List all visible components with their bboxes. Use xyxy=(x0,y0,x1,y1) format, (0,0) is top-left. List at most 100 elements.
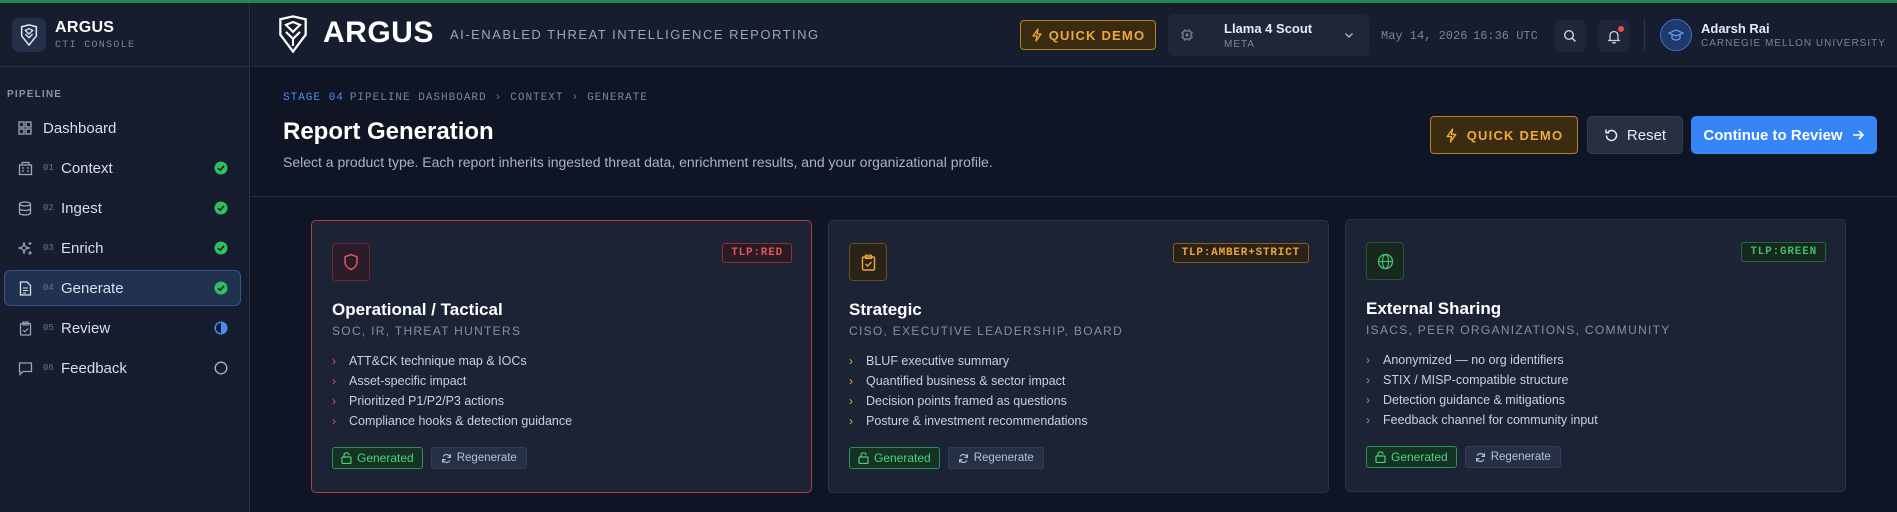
grid-icon xyxy=(17,120,33,136)
quick-demo-button[interactable]: QUICK DEMO xyxy=(1430,116,1578,154)
sidebar-item-review[interactable]: 05 Review xyxy=(4,310,241,346)
avatar[interactable] xyxy=(1660,19,1692,51)
sidebar-brand[interactable]: ARGUS CTI CONSOLE xyxy=(0,3,249,67)
clipboard-check-icon xyxy=(17,320,33,336)
list-item: › Detection guidance & mitigations xyxy=(1366,390,1598,410)
continue-label: Continue to Review xyxy=(1703,126,1843,144)
continue-to-review-button[interactable]: Continue to Review xyxy=(1691,116,1877,154)
chevron-right-icon: › xyxy=(332,414,336,428)
page-title: Report Generation xyxy=(283,118,494,145)
building-icon xyxy=(17,160,33,176)
lightning-icon xyxy=(1032,28,1042,42)
list-item-text: Anonymized — no org identifiers xyxy=(1383,353,1564,367)
breadcrumb-dashboard[interactable]: PIPELINE DASHBOARD xyxy=(350,92,487,104)
list-item: › Feedback channel for community input xyxy=(1366,410,1598,430)
unlock-icon xyxy=(1375,451,1386,463)
lightning-icon xyxy=(1446,127,1457,143)
list-item: › BLUF executive summary xyxy=(849,351,1088,371)
argus-logo-icon xyxy=(12,17,46,52)
check-circle-icon xyxy=(214,201,228,215)
sidebar-brand-name: ARGUS xyxy=(55,18,115,36)
list-item: › Prioritized P1/P2/P3 actions xyxy=(332,391,572,411)
chat-icon xyxy=(17,360,33,376)
list-item-text: Posture & investment recommendations xyxy=(866,414,1088,428)
list-item: › Anonymized — no org identifiers xyxy=(1366,350,1598,370)
chevron-right-icon: › xyxy=(332,354,336,368)
report-card-external-sharing[interactable]: TLP:GREEN External Sharing ISACS, PEER O… xyxy=(1345,219,1846,492)
generated-status-button[interactable]: Generated xyxy=(849,447,940,469)
regenerate-label: Regenerate xyxy=(1490,451,1551,463)
sidebar-item-number: 03 xyxy=(43,243,54,253)
list-item: › Posture & investment recommendations xyxy=(849,411,1088,431)
chevron-right-icon: › xyxy=(849,394,853,408)
breadcrumb-stage: STAGE 04 xyxy=(283,92,344,104)
sidebar-item-number: 04 xyxy=(43,283,54,293)
chevron-right-icon: › xyxy=(332,394,336,408)
card-bullet-list: › BLUF executive summary › Quantified busi… xyxy=(849,351,1088,431)
card-audience: SOC, IR, THREAT HUNTERS xyxy=(332,324,522,338)
list-item-text: Feedback channel for community input xyxy=(1383,413,1598,427)
reset-button[interactable]: Reset xyxy=(1587,116,1683,154)
list-item-text: Asset-specific impact xyxy=(349,374,467,388)
list-item: › Decision points framed as questions xyxy=(849,391,1088,411)
report-card-operational[interactable]: TLP:RED Operational / Tactical SOC, IR, … xyxy=(311,220,812,493)
sidebar-item-label: Feedback xyxy=(61,359,127,377)
notifications-button[interactable] xyxy=(1598,20,1630,52)
sidebar-item-label: Context xyxy=(61,159,113,177)
model-selector[interactable]: Llama 4 Scout META xyxy=(1168,14,1369,56)
list-item-text: ATT&CK technique map & IOCs xyxy=(349,354,527,368)
list-item: › ATT&CK technique map & IOCs xyxy=(332,351,572,371)
generated-label: Generated xyxy=(357,451,414,465)
sidebar-item-feedback[interactable]: 06 Feedback xyxy=(4,350,241,386)
breadcrumb-separator-icon: › xyxy=(494,92,503,104)
rotate-ccw-icon xyxy=(1605,129,1618,141)
generated-status-button[interactable]: Generated xyxy=(1366,446,1457,468)
list-item-text: STIX / MISP-compatible structure xyxy=(1383,373,1569,387)
generated-status-button[interactable]: Generated xyxy=(332,447,423,469)
list-item: › Quantified business & sector impact xyxy=(849,371,1088,391)
card-bullet-list: › ATT&CK technique map & IOCs › Asset-spec… xyxy=(332,351,572,431)
breadcrumb-context[interactable]: CONTEXT xyxy=(510,92,563,104)
regenerate-button[interactable]: Regenerate xyxy=(947,447,1044,469)
half-circle-icon xyxy=(214,321,228,335)
report-card-strategic[interactable]: TLP:AMBER+STRICT Strategic CISO, EXECUTI… xyxy=(828,220,1329,493)
chevron-right-icon: › xyxy=(849,414,853,428)
sidebar-section-label: PIPELINE xyxy=(7,89,63,100)
breadcrumb-generate: GENERATE xyxy=(587,92,648,104)
list-item-text: Detection guidance & mitigations xyxy=(1383,393,1566,407)
sidebar-item-ingest[interactable]: 02 Ingest xyxy=(4,190,241,226)
regenerate-button[interactable]: Regenerate xyxy=(430,447,527,469)
sidebar-brand-sub: CTI CONSOLE xyxy=(55,39,136,51)
regenerate-button[interactable]: Regenerate xyxy=(1464,446,1561,468)
notification-dot xyxy=(1618,26,1624,32)
sidebar-item-number: 02 xyxy=(43,203,54,213)
app-title: ARGUS xyxy=(323,16,434,49)
tlp-badge: TLP:RED xyxy=(722,243,792,263)
card-actions: Generated Regenerate xyxy=(1366,446,1561,468)
sidebar-item-enrich[interactable]: 03 Enrich xyxy=(4,230,241,266)
sparkles-icon xyxy=(17,240,33,256)
card-audience: ISACS, PEER ORGANIZATIONS, COMMUNITY xyxy=(1366,323,1671,337)
sidebar-item-label: Dashboard xyxy=(43,119,117,137)
chip-icon xyxy=(1181,29,1193,41)
search-button[interactable] xyxy=(1554,20,1586,52)
sidebar-item-number: 05 xyxy=(43,323,54,333)
sidebar-nav: Dashboard 01 Context 02 Ingest 03 Enrich… xyxy=(0,110,249,386)
quick-demo-label: QUICK DEMO xyxy=(1466,127,1564,143)
search-icon xyxy=(1563,29,1577,43)
list-item-text: BLUF executive summary xyxy=(866,354,1010,368)
quick-demo-button[interactable]: QUICK DEMO xyxy=(1020,20,1156,50)
sidebar-item-generate[interactable]: 04 Generate xyxy=(4,270,241,306)
document-icon xyxy=(17,280,33,296)
sidebar-item-dashboard[interactable]: Dashboard xyxy=(4,110,241,146)
database-icon xyxy=(17,200,33,216)
list-item-text: Quantified business & sector impact xyxy=(866,374,1066,388)
card-actions: Generated Regenerate xyxy=(332,447,527,469)
unlock-icon xyxy=(858,452,869,464)
card-title: External Sharing xyxy=(1366,299,1502,318)
clipboard-check-icon xyxy=(849,243,887,281)
check-circle-icon xyxy=(214,161,228,175)
model-vendor: META xyxy=(1224,39,1256,50)
sidebar-item-context[interactable]: 01 Context xyxy=(4,150,241,186)
tlp-badge: TLP:AMBER+STRICT xyxy=(1172,243,1309,263)
